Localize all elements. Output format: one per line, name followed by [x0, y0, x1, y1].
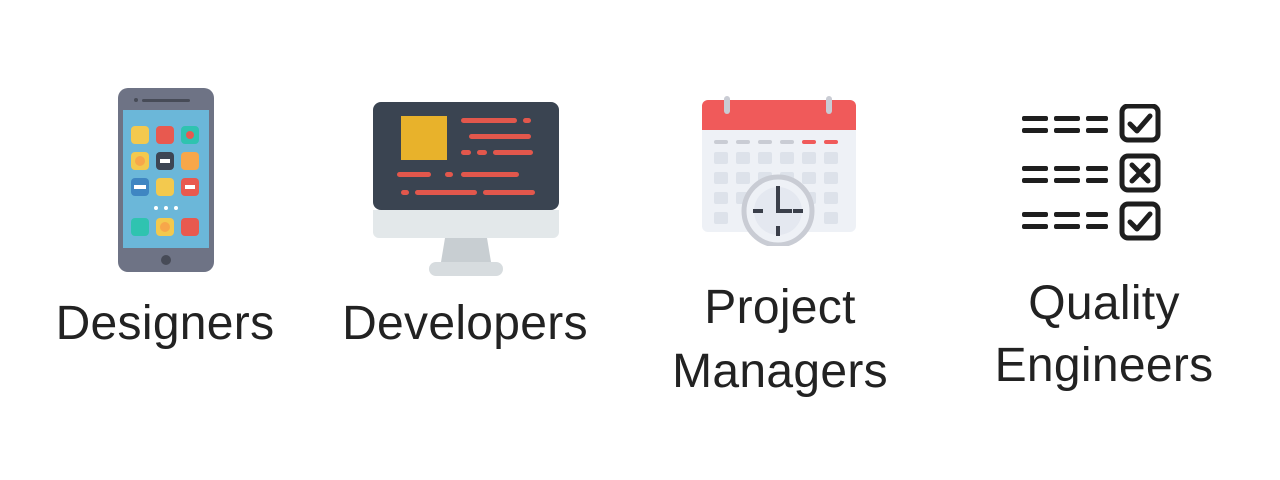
role-project-managers: Project Managers [630, 0, 930, 480]
smartphone-icon [118, 88, 214, 272]
role-developers: Developers [330, 0, 600, 480]
role-label: Designers [55, 297, 275, 350]
role-label-line: Project [704, 281, 856, 334]
role-label-line: Engineers [994, 339, 1214, 392]
role-label: Developers [342, 297, 588, 350]
roles-page: Designers Developers Project Managers Qu… [0, 0, 1280, 480]
role-label: Quality Engineers [954, 280, 1254, 392]
checklist-icon [1022, 104, 1161, 241]
desktop-monitor-icon [373, 102, 559, 276]
role-designers: Designers [0, 0, 330, 480]
role-quality-engineers: Quality Engineers [954, 0, 1254, 480]
role-label: Project Managers [630, 284, 930, 396]
role-label-line: Quality [1028, 277, 1180, 330]
calendar-clock-icon [702, 96, 856, 246]
role-label-line: Managers [672, 345, 888, 398]
